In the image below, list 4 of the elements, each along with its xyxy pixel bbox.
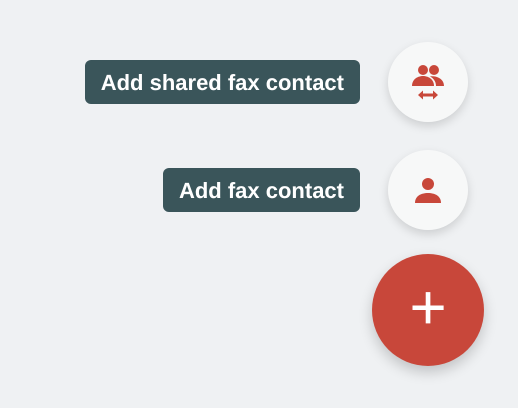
add-button[interactable]: +	[372, 254, 484, 366]
person-icon	[414, 176, 442, 204]
action-label: Add shared fax contact	[84, 60, 360, 104]
action-label: Add fax contact	[162, 168, 360, 212]
